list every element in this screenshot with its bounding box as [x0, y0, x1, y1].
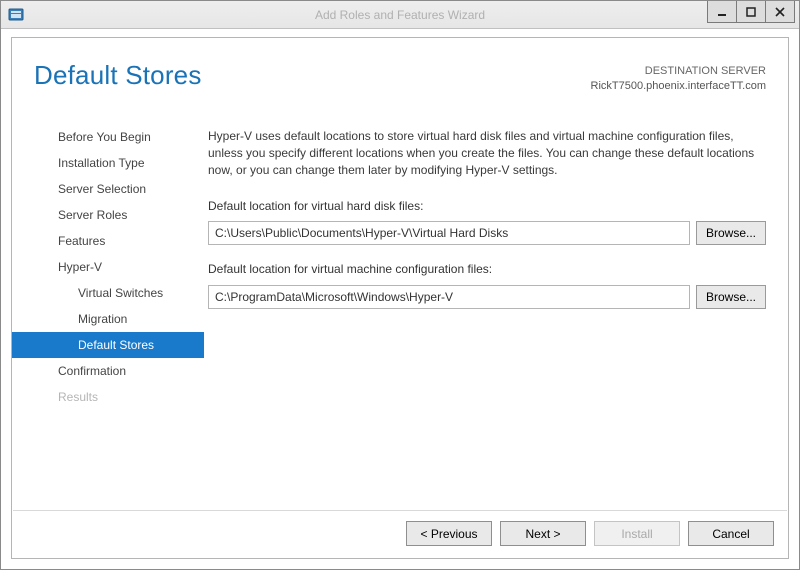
titlebar: Add Roles and Features Wizard — [1, 1, 799, 29]
content-row: Before You BeginInstallation TypeServer … — [12, 104, 788, 510]
window-controls — [708, 1, 799, 28]
nav-item-features[interactable]: Features — [12, 228, 204, 254]
nav-item-default-stores[interactable]: Default Stores — [12, 332, 204, 358]
nav-item-server-selection[interactable]: Server Selection — [12, 176, 204, 202]
vm-config-location-label: Default location for virtual machine con… — [208, 261, 766, 278]
nav-item-migration[interactable]: Migration — [12, 306, 204, 332]
destination-label: DESTINATION SERVER — [591, 64, 766, 79]
window-title: Add Roles and Features Wizard — [1, 8, 799, 22]
header-row: Default Stores DESTINATION SERVER RickT7… — [12, 38, 788, 104]
vm-config-location-row: Browse... — [208, 285, 766, 309]
main-content: Hyper-V uses default locations to store … — [204, 104, 788, 510]
footer-buttons: < Previous Next > Install Cancel — [12, 511, 788, 558]
nav-item-hyper-v[interactable]: Hyper-V — [12, 254, 204, 280]
page-title: Default Stores — [34, 60, 202, 91]
cancel-button[interactable]: Cancel — [688, 521, 774, 546]
minimize-button[interactable] — [707, 1, 737, 23]
destination-info: DESTINATION SERVER RickT7500.phoenix.int… — [591, 60, 766, 94]
vm-config-location-input[interactable] — [208, 285, 690, 309]
nav-item-virtual-switches[interactable]: Virtual Switches — [12, 280, 204, 306]
intro-text: Hyper-V uses default locations to store … — [208, 128, 766, 180]
nav-item-results: Results — [12, 384, 204, 410]
sidebar-nav: Before You BeginInstallation TypeServer … — [12, 104, 204, 510]
install-button[interactable]: Install — [594, 521, 680, 546]
body-area: Default Stores DESTINATION SERVER RickT7… — [1, 29, 799, 569]
nav-item-server-roles[interactable]: Server Roles — [12, 202, 204, 228]
vhd-location-row: Browse... — [208, 221, 766, 245]
vhd-location-label: Default location for virtual hard disk f… — [208, 198, 766, 215]
next-button[interactable]: Next > — [500, 521, 586, 546]
nav-item-installation-type[interactable]: Installation Type — [12, 150, 204, 176]
nav-item-before-you-begin[interactable]: Before You Begin — [12, 124, 204, 150]
vhd-browse-button[interactable]: Browse... — [696, 221, 766, 245]
vhd-location-input[interactable] — [208, 221, 690, 245]
close-button[interactable] — [765, 1, 795, 23]
app-icon — [7, 6, 25, 24]
nav-item-confirmation[interactable]: Confirmation — [12, 358, 204, 384]
vm-config-browse-button[interactable]: Browse... — [696, 285, 766, 309]
wizard-window: Add Roles and Features Wizard Default St… — [0, 0, 800, 570]
content-panel: Default Stores DESTINATION SERVER RickT7… — [11, 37, 789, 559]
destination-server: RickT7500.phoenix.interfaceTT.com — [591, 79, 766, 94]
previous-button[interactable]: < Previous — [406, 521, 492, 546]
maximize-button[interactable] — [736, 1, 766, 23]
